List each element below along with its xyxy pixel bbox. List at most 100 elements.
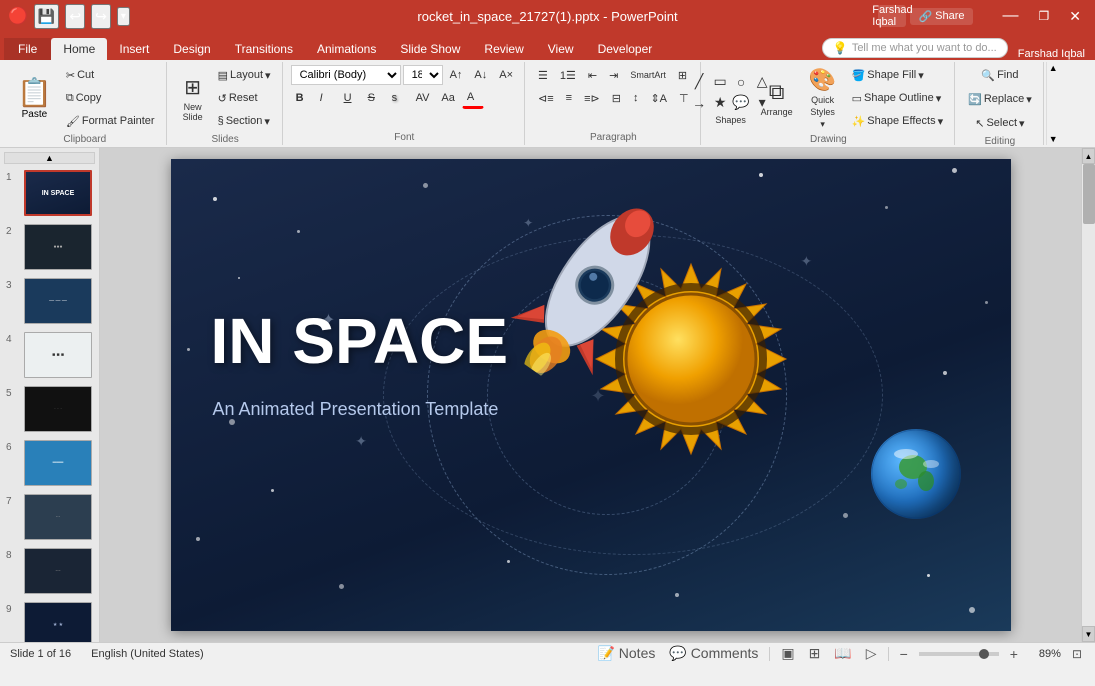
scroll-down-button[interactable]: ▼ <box>1082 626 1095 642</box>
increase-indent-button[interactable]: ⇥ <box>604 64 623 86</box>
align-left-button[interactable]: ⊲≡ <box>533 87 559 109</box>
tab-slideshow[interactable]: Slide Show <box>388 38 472 60</box>
slideshow-button[interactable]: ▷ <box>863 645 880 662</box>
replace-button[interactable]: 🔄 Replace ▾ <box>963 88 1037 110</box>
tab-view[interactable]: View <box>536 38 586 60</box>
tab-developer[interactable]: Developer <box>586 38 665 60</box>
slide-thumb-8[interactable]: 8 --- <box>4 546 95 596</box>
bullets-button[interactable]: ☰ <box>533 64 553 86</box>
save-button[interactable]: 💾 <box>34 4 59 29</box>
find-button[interactable]: 🔍 Find <box>976 64 1023 86</box>
bold-button[interactable]: B <box>291 87 313 109</box>
align-center-button[interactable]: ≡ <box>561 87 577 109</box>
line-spacing-button[interactable]: ↕ <box>628 87 644 109</box>
slide-thumb-9[interactable]: 9 ★ ★ <box>4 600 95 642</box>
italic-button[interactable]: I <box>315 87 337 109</box>
slide-thumb-2[interactable]: 2 ●●● <box>4 222 95 272</box>
justify-button[interactable]: ⊟ <box>607 87 626 109</box>
slide-canvas[interactable]: ✦ ✦ ✦ ✦ ✦ ✦ <box>171 159 1011 631</box>
shape-line[interactable]: ╱ <box>689 72 709 92</box>
align-right-button[interactable]: ≡⊳ <box>579 87 605 109</box>
minimize-button[interactable]: — <box>997 5 1025 27</box>
shape-rect[interactable]: ▭ <box>710 72 730 92</box>
scroll-thumb[interactable] <box>1083 164 1095 224</box>
redo-button[interactable]: ↪ <box>91 4 111 29</box>
shape-star[interactable]: ★ <box>710 93 730 113</box>
shape-callout[interactable]: 💬 <box>731 93 751 113</box>
ribbon-scroll-down[interactable]: ▼ <box>1047 133 1060 145</box>
font-size-select[interactable]: 18 <box>403 65 443 85</box>
shape-outline-button[interactable]: ▭ Shape Outline ▾ <box>847 87 949 109</box>
user-account[interactable]: Farshad Iqbal <box>878 5 906 27</box>
zoom-slider[interactable] <box>919 652 999 656</box>
font-color-button[interactable]: A <box>462 87 484 109</box>
tab-review[interactable]: Review <box>472 38 535 60</box>
scroll-up-button[interactable]: ▲ <box>1082 148 1095 164</box>
comments-button[interactable]: 💬 Comments <box>666 645 761 662</box>
zoom-in-button[interactable]: + <box>1007 646 1021 662</box>
slide-thumb-5[interactable]: 5 · · · <box>4 384 95 434</box>
layout-button[interactable]: ▤ Layout ▾ <box>213 64 276 86</box>
zoom-out-button[interactable]: − <box>897 646 911 662</box>
slide-thumb-7[interactable]: 7 ··· <box>4 492 95 542</box>
vertical-scrollbar[interactable]: ▲ ▼ <box>1081 148 1095 642</box>
customize-qa-button[interactable]: ▾ <box>117 7 130 26</box>
numbering-button[interactable]: 1☰ <box>555 64 581 86</box>
fit-slide-button[interactable]: ⊡ <box>1069 647 1085 661</box>
normal-view-button[interactable]: ▣ <box>778 645 797 662</box>
tab-transitions[interactable]: Transitions <box>223 38 305 60</box>
panel-scroll-up[interactable]: ▲ <box>4 152 95 164</box>
quick-styles-button[interactable]: 🎨 Quick Styles ▾ <box>801 71 845 125</box>
section-button[interactable]: § Section ▾ <box>213 110 276 132</box>
maximize-button[interactable]: ❐ <box>1033 7 1056 25</box>
notes-button[interactable]: 📝 Notes <box>594 645 658 662</box>
notes-icon: 📝 <box>597 645 614 661</box>
increase-font-button[interactable]: A↑ <box>445 64 468 86</box>
slide-sorter-button[interactable]: ⊞ <box>806 645 824 662</box>
underline-button[interactable]: U <box>339 87 361 109</box>
ribbon-scroll-up[interactable]: ▲ <box>1047 62 1060 74</box>
font-name-select[interactable]: Calibri (Body) <box>291 65 401 85</box>
tab-home[interactable]: Home <box>51 38 107 60</box>
star-9 <box>187 348 190 351</box>
strikethrough-button[interactable]: S <box>363 87 385 109</box>
font-group: Calibri (Body) 18 A↑ A↓ A× B I U S s AV … <box>285 62 525 145</box>
reset-button[interactable]: ↺ Reset <box>213 87 276 109</box>
select-button[interactable]: ↖ Select ▾ <box>970 112 1029 134</box>
decrease-font-button[interactable]: A↓ <box>469 64 492 86</box>
tell-me-container[interactable]: 💡 Tell me what you want to do... <box>822 38 1008 60</box>
paste-button[interactable]: 📋 Paste <box>10 71 59 125</box>
tab-file[interactable]: File <box>4 38 51 60</box>
reading-view-button[interactable]: 📖 <box>831 645 854 662</box>
slide-thumb-3[interactable]: 3 — — — <box>4 276 95 326</box>
shapes-button[interactable]: ╱ ▭ ○ △ → ★ 💬 ▾ Shapes <box>709 71 753 125</box>
shape-fill-button[interactable]: 🪣 Shape Fill ▾ <box>847 64 949 86</box>
shape-effects-button[interactable]: ✨ Shape Effects ▾ <box>847 110 949 132</box>
text-direction-button[interactable]: ⇕A <box>645 87 672 109</box>
spacing-button[interactable]: AV <box>411 87 435 109</box>
clear-format-button[interactable]: A× <box>494 64 518 86</box>
tell-me-input[interactable]: 💡 Tell me what you want to do... <box>822 38 1008 58</box>
slide-thumb-4[interactable]: 4 ■ ■ ■ <box>4 330 95 380</box>
new-slide-button[interactable]: ⊞ New Slide <box>175 71 211 125</box>
shadow-button[interactable]: s <box>387 87 409 109</box>
slide-thumb-6[interactable]: 6 ═══ <box>4 438 95 488</box>
tab-animations[interactable]: Animations <box>305 38 388 60</box>
tab-design[interactable]: Design <box>161 38 222 60</box>
decrease-indent-button[interactable]: ⇤ <box>583 64 602 86</box>
change-case-button[interactable]: Aa <box>436 87 459 109</box>
shape-circle[interactable]: ○ <box>731 72 751 92</box>
share-button[interactable]: 🔗 Share <box>910 8 972 25</box>
format-painter-button[interactable]: 🖌 Format Painter <box>61 110 160 132</box>
tab-insert[interactable]: Insert <box>107 38 161 60</box>
close-button[interactable]: ✕ <box>1063 6 1087 27</box>
arrange-button[interactable]: ⧉ Arrange <box>755 71 799 125</box>
shape-arrow[interactable]: → <box>689 93 709 113</box>
cut-button[interactable]: ✂ Cut <box>61 64 160 86</box>
zoom-thumb[interactable] <box>979 649 989 659</box>
smartart-button[interactable]: SmartArt <box>625 64 671 86</box>
copy-button[interactable]: ⧉ Copy <box>61 87 160 109</box>
slide-thumb-1[interactable]: 1 IN SPACE <box>4 168 95 218</box>
undo-button[interactable]: ↩ <box>65 4 85 29</box>
star-11 <box>271 489 274 492</box>
